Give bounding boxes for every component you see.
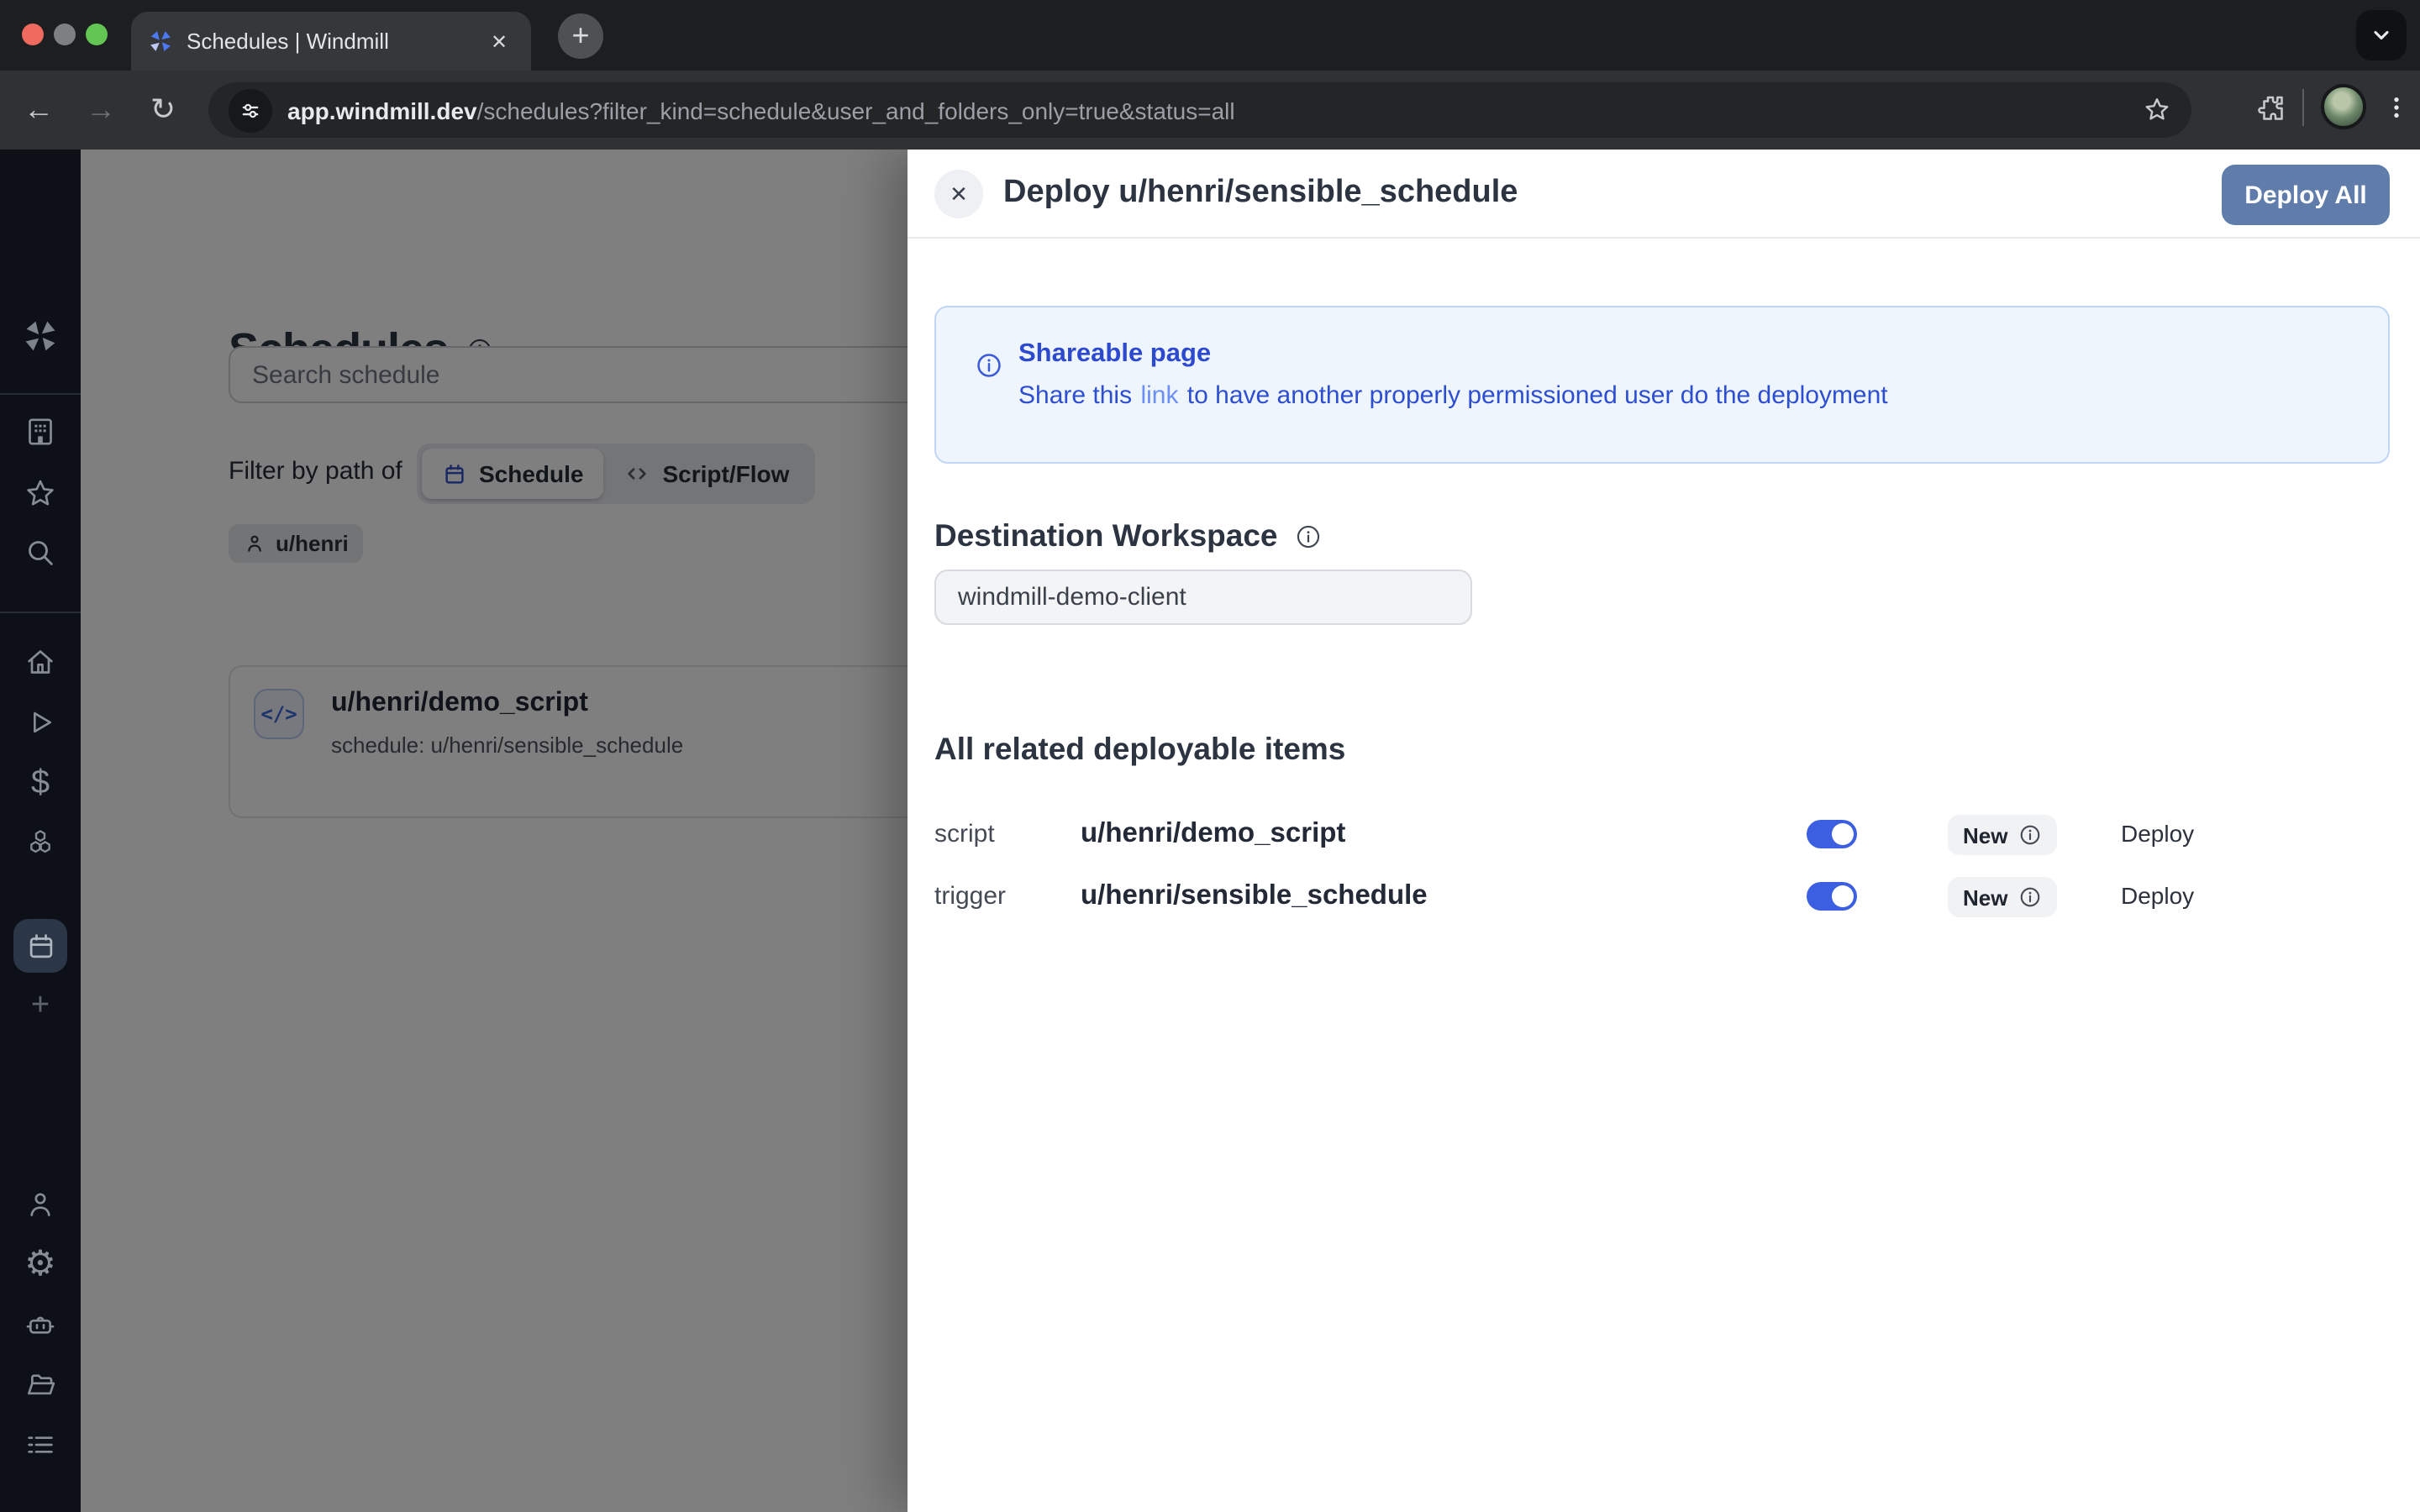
- deployable-item-row-trigger: trigger u/henri/sensible_schedule New De…: [934, 867, 2390, 927]
- sidebar-item-create[interactable]: +: [0, 990, 81, 1021]
- deploy-item-button[interactable]: Deploy: [2121, 882, 2194, 909]
- sidebar-item-variables[interactable]: $: [0, 766, 81, 800]
- item-status-badge: New: [1948, 877, 2056, 917]
- maximize-window-button[interactable]: [86, 24, 108, 45]
- sidebar-item-schedules-active[interactable]: [13, 919, 67, 973]
- chevron-down-icon: [2370, 24, 2393, 47]
- info-icon: [975, 351, 1003, 380]
- destination-workspace-heading: Destination Workspace: [934, 517, 1323, 554]
- deploy-item-button[interactable]: Deploy: [2121, 820, 2194, 847]
- toggle-knob: [1832, 823, 1854, 845]
- sidebar-item-folders[interactable]: [0, 1368, 81, 1401]
- deploy-all-button[interactable]: Deploy All: [2222, 165, 2390, 225]
- sidebar-item-workspace[interactable]: [0, 415, 81, 449]
- item-kind: script: [934, 820, 995, 848]
- item-enabled-toggle[interactable]: [1807, 882, 1857, 911]
- sidebar-item-search[interactable]: [0, 536, 81, 570]
- deploy-drawer: ✕ Deploy u/henri/sensible_schedule Deplo…: [908, 150, 2420, 1512]
- browser-tab-strip: Schedules | Windmill ✕ +: [0, 0, 2420, 71]
- tab-close-icon[interactable]: ✕: [484, 26, 514, 56]
- back-button[interactable]: ←: [13, 85, 64, 135]
- windmill-app-window: Schedules | Windmill ✕ + ← → ↻: [0, 0, 2420, 1512]
- drawer-title: Deploy u/henri/sensible_schedule: [1003, 175, 1518, 212]
- new-tab-button[interactable]: +: [558, 13, 603, 59]
- info-icon[interactable]: [2018, 885, 2041, 909]
- sidebar-item-favorites[interactable]: [0, 477, 81, 511]
- item-path: u/henri/demo_script: [1081, 818, 1345, 850]
- item-path: u/henri/sensible_schedule: [1081, 880, 1428, 912]
- tab-search-button[interactable]: [2356, 10, 2407, 60]
- tab-title: Schedules | Windmill: [187, 29, 471, 54]
- url-text: app.windmill.dev/schedules?filter_kind=s…: [287, 97, 2143, 123]
- sidebar-item-home[interactable]: [0, 645, 81, 679]
- address-bar[interactable]: app.windmill.dev/schedules?filter_kind=s…: [208, 82, 2191, 138]
- windmill-favicon-icon: [148, 29, 173, 54]
- minimize-window-button[interactable]: [54, 24, 76, 45]
- extensions-puzzle-icon[interactable]: [2255, 92, 2286, 122]
- site-settings-icon[interactable]: [229, 88, 272, 132]
- close-window-button[interactable]: [22, 24, 44, 45]
- item-enabled-toggle[interactable]: [1807, 820, 1857, 848]
- item-status-badge: New: [1948, 815, 2056, 855]
- drawer-backdrop-overlay[interactable]: [81, 150, 908, 1512]
- infobox-body: Share this link to have another properly…: [1018, 381, 1888, 410]
- browser-toolbar: ← → ↻ app.windmill.dev/schedules?filter_…: [0, 71, 2420, 150]
- windmill-logo-icon: [0, 318, 81, 354]
- infobox-title: Shareable page: [1018, 339, 1211, 370]
- share-link[interactable]: link: [1140, 381, 1178, 410]
- destination-workspace-input[interactable]: [934, 570, 1472, 625]
- info-icon: [1295, 522, 1323, 550]
- shareable-page-infobox: Shareable page Share this link to have a…: [934, 306, 2390, 464]
- drawer-header: ✕ Deploy u/henri/sensible_schedule Deplo…: [908, 150, 2420, 239]
- sidebar-item-workers-robot-icon[interactable]: [0, 1309, 81, 1342]
- sidebar-item-audit-logs[interactable]: [0, 1428, 81, 1462]
- close-drawer-button[interactable]: ✕: [934, 170, 983, 218]
- app-sidebar: $ + ⚙: [0, 150, 81, 1512]
- browser-tab[interactable]: Schedules | Windmill ✕: [131, 12, 531, 71]
- sidebar-item-runs[interactable]: [0, 706, 81, 739]
- sidebar-item-user[interactable]: [0, 1188, 81, 1221]
- deployable-items-heading: All related deployable items: [934, 731, 1345, 768]
- deployable-item-row-script: script u/henri/demo_script New Deploy: [934, 805, 2390, 865]
- forward-button[interactable]: →: [76, 85, 126, 135]
- sidebar-item-settings-gear-icon[interactable]: ⚙: [0, 1247, 81, 1282]
- toggle-knob: [1832, 885, 1854, 907]
- info-icon[interactable]: [2018, 823, 2041, 847]
- bookmark-star-icon[interactable]: [2143, 96, 2171, 124]
- sidebar-item-resources[interactable]: [0, 827, 81, 860]
- reload-button[interactable]: ↻: [138, 85, 188, 135]
- browser-menu-icon[interactable]: [2383, 93, 2410, 120]
- toolbar-divider: [2302, 88, 2304, 125]
- item-kind: trigger: [934, 882, 1006, 911]
- profile-avatar[interactable]: [2321, 84, 2366, 129]
